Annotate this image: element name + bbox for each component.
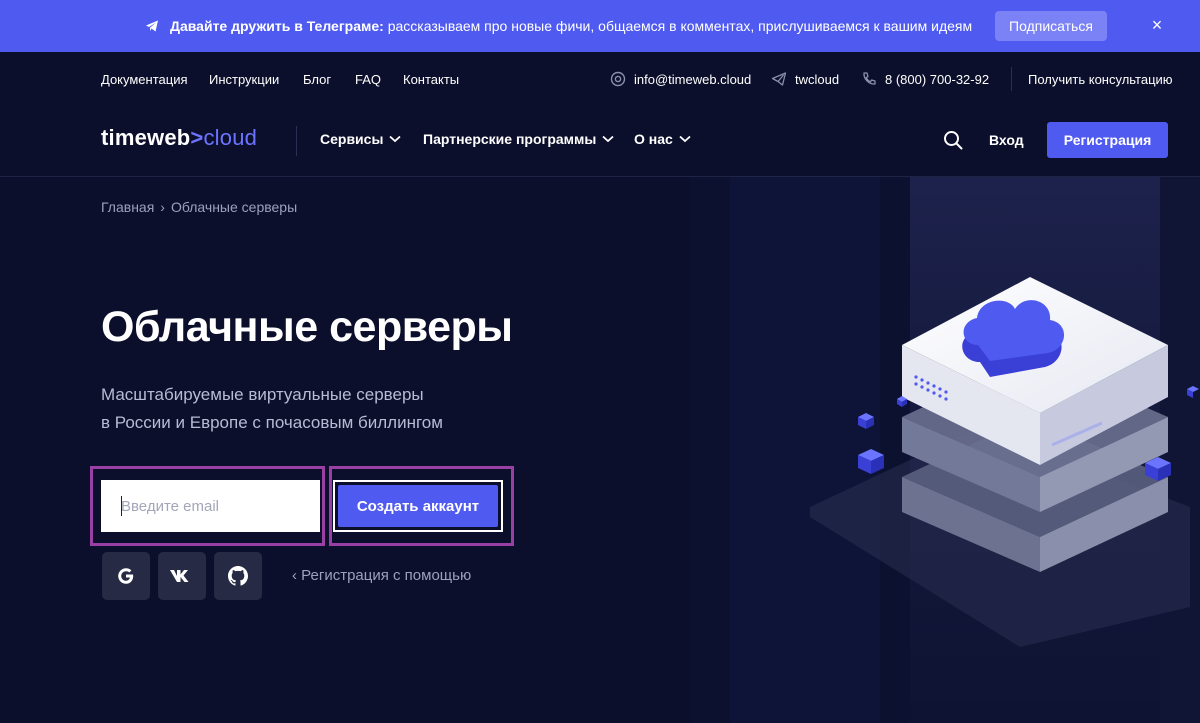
logo-text: timeweb xyxy=(101,125,191,150)
logo-arrow: > xyxy=(190,125,204,150)
divider xyxy=(296,126,297,156)
top-link-blog[interactable]: Блог xyxy=(303,72,331,87)
promo-bold-text: Давайте дружить в Телеграме: xyxy=(170,18,384,34)
email-link[interactable]: info@timeweb.cloud xyxy=(634,72,751,87)
top-link-faq[interactable]: FAQ xyxy=(355,72,381,87)
page-title: Облачные серверы xyxy=(101,303,513,351)
subscribe-button[interactable]: Подписаться xyxy=(995,11,1107,41)
top-links-bar: Документация Инструкции Блог FAQ Контакт… xyxy=(0,67,1200,91)
phone-link[interactable]: 8 (800) 700-32-92 xyxy=(885,72,989,87)
at-icon xyxy=(610,71,626,87)
top-link-contacts[interactable]: Контакты xyxy=(403,72,459,87)
nav-services[interactable]: Сервисы xyxy=(320,131,402,147)
phone-icon xyxy=(863,72,876,85)
telegram-icon xyxy=(771,72,787,86)
subtitle-line-2: в России и Европе с почасовым биллингом xyxy=(101,413,443,432)
subtitle-line-1: Масштабируемые виртуальные серверы xyxy=(101,385,424,404)
nav-about[interactable]: О нас xyxy=(634,131,691,147)
vk-icon xyxy=(170,570,189,582)
telegram-icon xyxy=(146,20,158,32)
cloud-server-illustration xyxy=(690,177,1200,723)
github-icon xyxy=(228,566,248,586)
chevron-down-icon xyxy=(679,135,691,143)
consultation-link[interactable]: Получить консультацию xyxy=(1028,72,1173,87)
create-account-button[interactable]: Создать аккаунт xyxy=(338,485,498,527)
close-icon[interactable]: × xyxy=(1148,16,1166,34)
promo-body-text: рассказываем про новые фичи, общаемся в … xyxy=(383,18,973,34)
divider xyxy=(1011,67,1012,91)
breadcrumb-home[interactable]: Главная xyxy=(101,199,154,215)
breadcrumb: Главная › Облачные серверы xyxy=(101,199,297,215)
nav-about-label: О нас xyxy=(634,131,673,147)
register-with-label[interactable]: ‹ Регистрация с помощью xyxy=(292,567,471,584)
top-link-docs[interactable]: Документация xyxy=(101,72,188,87)
breadcrumb-current: Облачные серверы xyxy=(170,199,298,215)
search-icon[interactable] xyxy=(943,130,963,150)
logo[interactable]: timeweb>cloud xyxy=(101,125,257,151)
register-button[interactable]: Регистрация xyxy=(1047,122,1168,158)
chevron-down-icon xyxy=(389,135,402,143)
google-login-button[interactable] xyxy=(102,552,150,600)
main-nav: timeweb>cloud Сервисы Партнерские програ… xyxy=(0,118,1200,164)
telegram-link[interactable]: twcloud xyxy=(795,72,839,87)
promo-text: Давайте дружить в Телеграме: рассказывае… xyxy=(170,18,972,34)
nav-partners[interactable]: Партнерские программы xyxy=(423,131,614,147)
vk-login-button[interactable] xyxy=(158,552,206,600)
email-input[interactable] xyxy=(101,480,320,532)
telegram-promo-banner: Давайте дружить в Телеграме: рассказывае… xyxy=(0,0,1200,52)
top-link-instructions[interactable]: Инструкции xyxy=(209,72,279,87)
google-icon xyxy=(118,568,134,584)
chevron-right-icon: › xyxy=(160,199,165,215)
text-caret xyxy=(121,496,122,516)
github-login-button[interactable] xyxy=(214,552,262,600)
login-link[interactable]: Вход xyxy=(989,132,1024,148)
page-subtitle: Масштабируемые виртуальные серверы в Рос… xyxy=(101,381,521,437)
chevron-down-icon xyxy=(602,135,614,143)
nav-services-label: Сервисы xyxy=(320,131,384,147)
logo-cloud-text: cloud xyxy=(203,125,258,150)
nav-partners-label: Партнерские программы xyxy=(423,131,597,147)
